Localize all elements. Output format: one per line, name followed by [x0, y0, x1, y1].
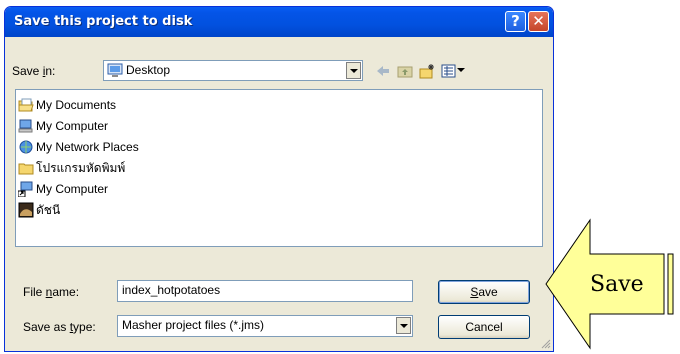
- save-button[interactable]: Save: [438, 280, 530, 304]
- back-arrow-icon[interactable]: [375, 63, 391, 79]
- list-item[interactable]: My Network Places: [18, 138, 139, 156]
- list-item-label: โปรแกรมหัดพิมพ์: [36, 160, 126, 175]
- cancel-button[interactable]: Cancel: [438, 315, 530, 339]
- list-item[interactable]: โปรแกรมหัดพิมพ์: [18, 159, 125, 177]
- chevron-down-icon[interactable]: [346, 62, 361, 79]
- close-icon[interactable]: ✕: [528, 11, 549, 32]
- save-dialog: Save this project to disk ? ✕ Save in: D…: [4, 6, 554, 352]
- folder-open-icon: [18, 98, 34, 112]
- new-folder-icon[interactable]: [419, 63, 435, 79]
- title-bar[interactable]: Save this project to disk ? ✕: [5, 7, 553, 37]
- list-item-label: My Documents: [36, 98, 117, 112]
- save-in-label: Save in:: [12, 64, 56, 78]
- computer-icon: [18, 119, 33, 133]
- up-folder-icon[interactable]: [397, 63, 413, 79]
- view-menu-icon[interactable]: [441, 63, 457, 79]
- computer-shortcut-icon: [18, 181, 33, 197]
- help-icon[interactable]: ?: [505, 11, 526, 32]
- desktop-icon: [107, 63, 123, 77]
- list-item[interactable]: My Computer: [18, 117, 108, 135]
- dialog-title: Save this project to disk: [14, 14, 193, 29]
- save-as-type-label: Save as type:: [23, 320, 96, 334]
- folder-icon: [18, 163, 34, 175]
- save-in-dropdown[interactable]: Desktop: [103, 60, 363, 81]
- file-name-field[interactable]: index_hotpotatoes: [117, 280, 413, 302]
- chevron-down-icon[interactable]: [396, 317, 411, 334]
- list-item[interactable]: My Documents: [18, 96, 116, 114]
- view-menu-chevron-icon[interactable]: [457, 68, 465, 72]
- callout-label: Save: [590, 272, 644, 297]
- list-item-label: My Computer: [36, 182, 109, 196]
- save-in-value: Desktop: [126, 63, 171, 77]
- list-item-label: My Computer: [36, 119, 109, 133]
- save-as-type-value: Masher project files (*.jms): [122, 318, 265, 332]
- list-item-label: My Network Places: [36, 140, 139, 154]
- list-item[interactable]: ดัชนี: [18, 201, 60, 219]
- image-file-icon: [18, 202, 34, 218]
- list-item-label: ดัชนี: [36, 202, 61, 217]
- network-icon: [19, 140, 33, 154]
- list-item[interactable]: My Computer: [18, 180, 108, 198]
- file-name-label: File name:: [23, 285, 80, 299]
- file-list[interactable]: My Documents My Computer My Network Plac…: [15, 89, 543, 247]
- save-as-type-dropdown[interactable]: Masher project files (*.jms): [117, 315, 413, 337]
